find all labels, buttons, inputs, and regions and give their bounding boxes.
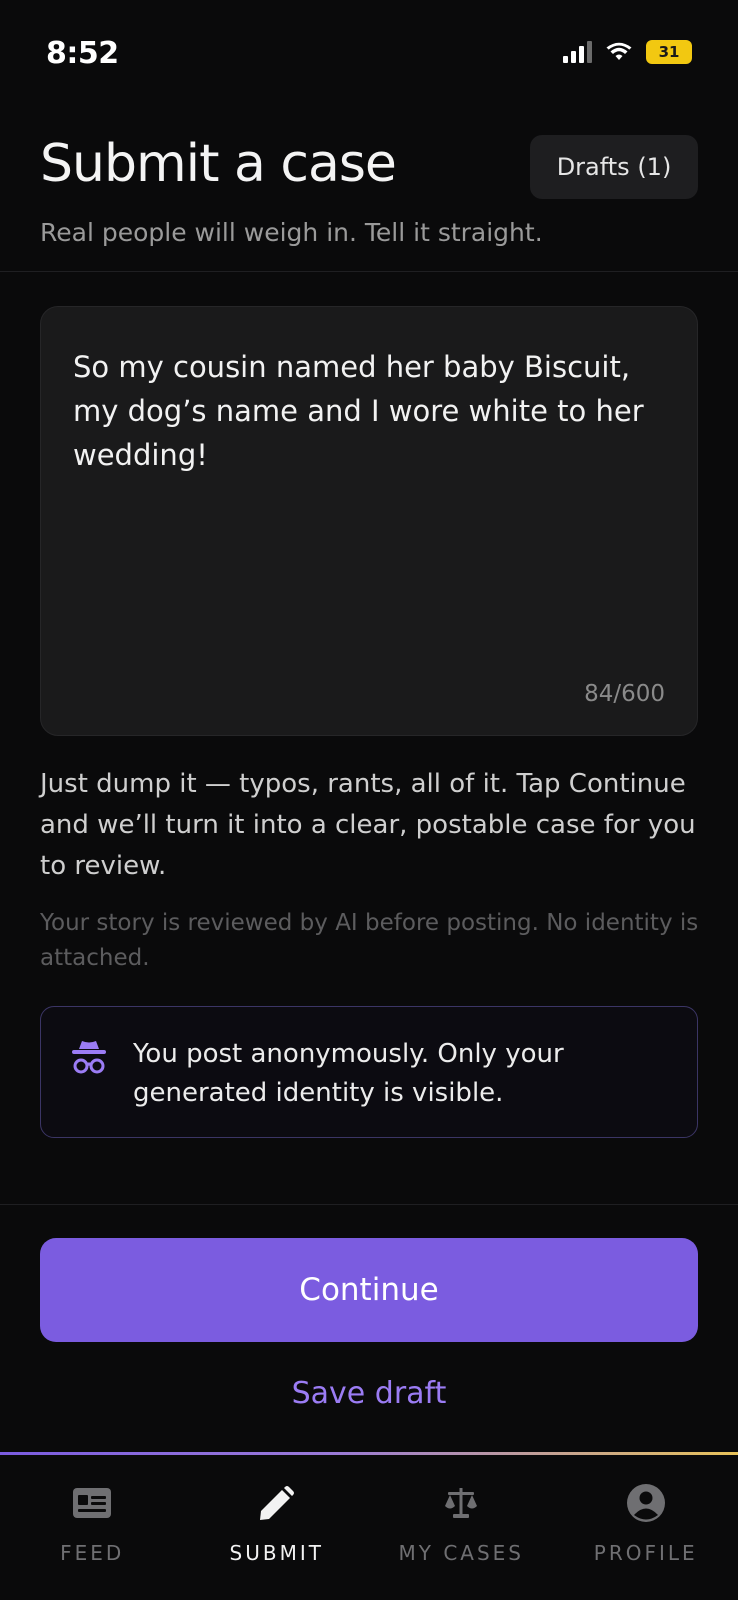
profile-icon <box>624 1481 668 1525</box>
status-bar: 8:52 31 <box>0 0 738 110</box>
anonymous-banner-text: You post anonymously. Only your generate… <box>133 1039 564 1108</box>
pencil-icon <box>255 1481 299 1525</box>
actions-divider <box>0 1204 738 1205</box>
submit-case-screen: 8:52 31 Submit a case Drafts (1) Real pe… <box>0 0 738 1600</box>
nav-label-profile: PROFILE <box>593 1541 698 1565</box>
header-divider <box>0 271 738 272</box>
story-text[interactable]: So my cousin named her baby Biscuit, my … <box>73 345 665 477</box>
review-notice: Your story is reviewed by AI before post… <box>40 910 699 971</box>
nav-item-submit[interactable]: SUBMIT <box>185 1455 370 1600</box>
cellular-signal-icon <box>563 41 592 63</box>
nav-item-my-cases[interactable]: MY CASES <box>369 1455 554 1600</box>
nav-item-feed[interactable]: FEED <box>0 1455 185 1600</box>
anonymous-banner: You post anonymously. Only your generate… <box>40 1006 698 1138</box>
status-icons: 31 <box>563 40 692 64</box>
wifi-icon <box>606 42 632 60</box>
drafts-button[interactable]: Drafts (1) <box>530 135 698 199</box>
nav-item-profile[interactable]: PROFILE <box>554 1455 738 1600</box>
nav-label-submit: SUBMIT <box>229 1541 324 1565</box>
story-textarea[interactable]: So my cousin named her baby Biscuit, my … <box>40 306 698 736</box>
status-time: 8:52 <box>46 36 119 71</box>
nav-label-feed: FEED <box>60 1541 125 1565</box>
scales-icon <box>439 1481 483 1525</box>
nav-label-my-cases: MY CASES <box>398 1541 524 1565</box>
character-count: 84/600 <box>584 681 665 707</box>
save-draft-button[interactable]: Save draft <box>0 1376 738 1411</box>
page-title: Submit a case <box>40 134 397 194</box>
battery-indicator: 31 <box>646 40 692 64</box>
bottom-nav: FEED SUBMIT MY CASES PROFILE <box>0 1455 738 1600</box>
feed-icon <box>70 1481 114 1525</box>
helper-text: Just dump it — typos, rants, all of it. … <box>40 769 696 881</box>
incognito-icon <box>72 1041 106 1074</box>
page-subtitle: Real people will weigh in. Tell it strai… <box>40 218 543 247</box>
continue-button[interactable]: Continue <box>40 1238 698 1342</box>
